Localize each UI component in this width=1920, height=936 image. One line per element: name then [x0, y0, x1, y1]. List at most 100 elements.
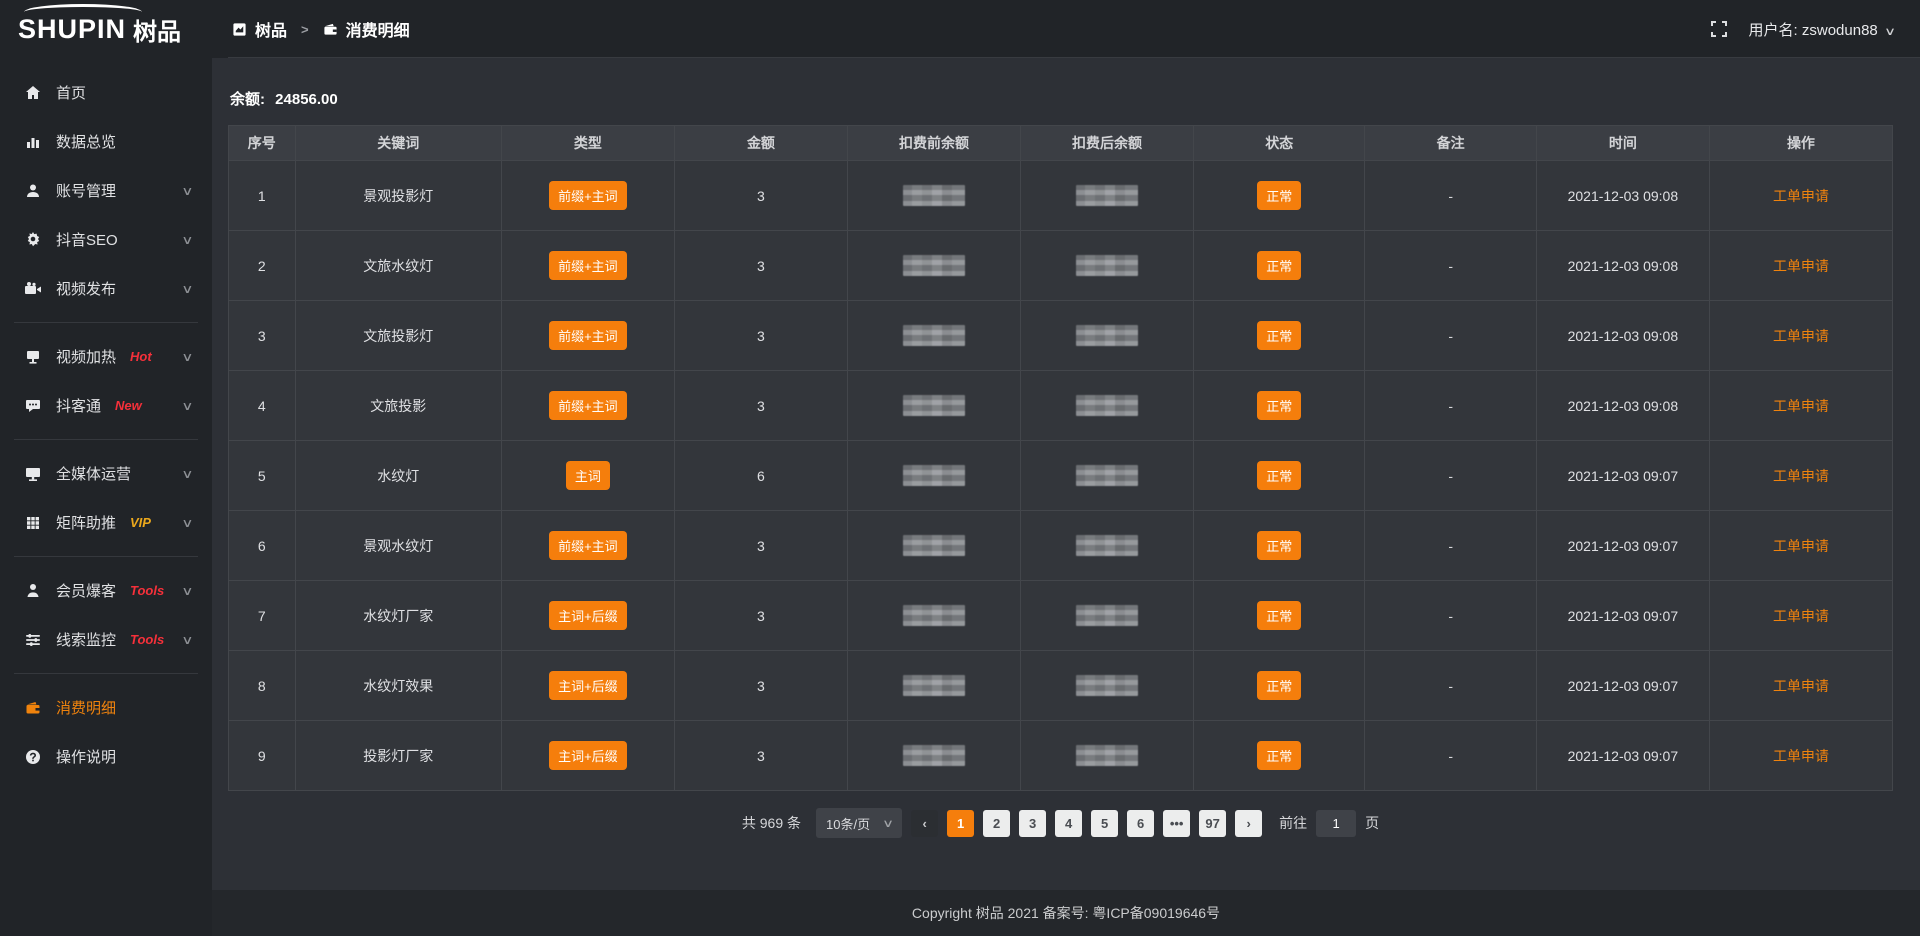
- page-button-1[interactable]: 1: [947, 810, 974, 837]
- page-size-select[interactable]: 10条/页 ∨: [816, 808, 902, 838]
- work-order-link[interactable]: 工单申请: [1773, 468, 1829, 484]
- fullscreen-icon[interactable]: [1711, 21, 1727, 37]
- sidebar-item-label: 账号管理: [56, 180, 116, 201]
- page-button-4[interactable]: 4: [1055, 810, 1082, 837]
- page-ellipsis-button[interactable]: •••: [1163, 810, 1190, 837]
- user-menu[interactable]: 用户名: zswodun88 ∨: [1749, 19, 1894, 40]
- sidebar-item-account[interactable]: 账号管理∨: [0, 166, 212, 215]
- sidebar-item-label: 矩阵助推: [56, 512, 116, 533]
- sidebar-item-clues[interactable]: 线索监控Tools∨: [0, 615, 212, 664]
- sidebar-item-label: 抖客通: [56, 395, 101, 416]
- cell-action: 工单申请: [1709, 651, 1892, 721]
- status-badge: 正常: [1257, 531, 1301, 560]
- chevron-down-icon: ∨: [181, 282, 193, 296]
- page-button-2[interactable]: 2: [983, 810, 1010, 837]
- work-order-link[interactable]: 工单申请: [1773, 748, 1829, 764]
- sidebar: SHUPIN 树品 首页数据总览账号管理∨抖音SEO∨视频发布∨视频加热Hot∨…: [0, 0, 212, 936]
- breadcrumb-root[interactable]: 树品: [255, 17, 287, 41]
- person-icon: [24, 582, 42, 600]
- page-button-3[interactable]: 3: [1019, 810, 1046, 837]
- table-row: 6景观水纹灯前缀+主词3正常-2021-12-03 09:07工单申请: [229, 511, 1893, 581]
- cell-keyword: 水纹灯效果: [295, 651, 501, 721]
- user-icon: [24, 182, 42, 200]
- sidebar-item-matrix[interactable]: 矩阵助推VIP∨: [0, 498, 212, 547]
- sidebar-divider: [14, 439, 198, 440]
- main-content: 余额: 24856.00 序号关键词类型金额扣费前余额扣费后余额状态备注时间操作…: [212, 58, 1920, 890]
- work-order-link[interactable]: 工单申请: [1773, 328, 1829, 344]
- sidebar-item-home[interactable]: 首页: [0, 68, 212, 117]
- cell-post-balance: [1021, 371, 1194, 441]
- redacted-balance: [903, 325, 965, 346]
- cell-keyword: 水纹灯: [295, 441, 501, 511]
- video-icon: [24, 280, 42, 298]
- page-button-5[interactable]: 5: [1091, 810, 1118, 837]
- cell-index: 9: [229, 721, 296, 791]
- consumption-table: 序号关键词类型金额扣费前余额扣费后余额状态备注时间操作 1景观投影灯前缀+主词3…: [228, 125, 1893, 791]
- sidebar-menu: 首页数据总览账号管理∨抖音SEO∨视频发布∨视频加热Hot∨抖客通New∨全媒体…: [0, 58, 212, 936]
- sidebar-item-overview[interactable]: 数据总览: [0, 117, 212, 166]
- home-icon: [24, 84, 42, 102]
- cell-amount: 3: [674, 651, 847, 721]
- status-badge: 正常: [1257, 391, 1301, 420]
- redacted-balance: [903, 395, 965, 416]
- sidebar-item-heat[interactable]: 视频加热Hot∨: [0, 332, 212, 381]
- column-header: 序号: [229, 126, 296, 161]
- type-badge: 前缀+主词: [549, 531, 627, 560]
- pagination: 共 969 条 10条/页 ∨ ‹ 123456•••97 › 前往 页: [228, 808, 1893, 838]
- work-order-link[interactable]: 工单申请: [1773, 608, 1829, 624]
- page-button-97[interactable]: 97: [1199, 810, 1226, 837]
- cell-post-balance: [1021, 651, 1194, 721]
- sidebar-item-consume[interactable]: 消费明细: [0, 683, 212, 732]
- work-order-link[interactable]: 工单申请: [1773, 398, 1829, 414]
- sidebar-item-badge: Tools: [130, 583, 164, 598]
- type-badge: 主词+后缀: [549, 741, 627, 770]
- cell-type: 前缀+主词: [501, 161, 674, 231]
- table-row: 9投影灯厂家主词+后缀3正常-2021-12-03 09:07工单申请: [229, 721, 1893, 791]
- cell-keyword: 文旅投影灯: [295, 301, 501, 371]
- cell-time: 2021-12-03 09:08: [1536, 371, 1709, 441]
- page-button-6[interactable]: 6: [1127, 810, 1154, 837]
- cell-remark: -: [1365, 441, 1536, 511]
- sidebar-item-help[interactable]: 操作说明: [0, 732, 212, 781]
- next-page-button[interactable]: ›: [1235, 810, 1262, 837]
- cell-pre-balance: [847, 581, 1020, 651]
- cell-status: 正常: [1194, 441, 1365, 511]
- cell-time: 2021-12-03 09:07: [1536, 441, 1709, 511]
- chevron-down-icon: ∨: [882, 817, 894, 830]
- chevron-down-icon: ∨: [181, 584, 193, 598]
- redacted-balance: [903, 675, 965, 696]
- username-value: zswodun88: [1802, 22, 1878, 39]
- table-row: 1景观投影灯前缀+主词3正常-2021-12-03 09:08工单申请: [229, 161, 1893, 231]
- work-order-link[interactable]: 工单申请: [1773, 188, 1829, 204]
- cell-amount: 3: [674, 231, 847, 301]
- redacted-balance: [1076, 185, 1138, 206]
- sidebar-item-member[interactable]: 会员爆客Tools∨: [0, 566, 212, 615]
- column-header: 关键词: [295, 126, 501, 161]
- sidebar-item-douketong[interactable]: 抖客通New∨: [0, 381, 212, 430]
- prev-page-button[interactable]: ‹: [911, 810, 938, 837]
- cell-action: 工单申请: [1709, 161, 1892, 231]
- wallet-icon: [323, 22, 338, 37]
- sidebar-item-publish[interactable]: 视频发布∨: [0, 264, 212, 313]
- sidebar-item-seo[interactable]: 抖音SEO∨: [0, 215, 212, 264]
- cell-type: 主词+后缀: [501, 581, 674, 651]
- work-order-link[interactable]: 工单申请: [1773, 258, 1829, 274]
- goto-page-input[interactable]: [1316, 810, 1356, 837]
- cell-index: 8: [229, 651, 296, 721]
- column-header: 扣费后余额: [1021, 126, 1194, 161]
- work-order-link[interactable]: 工单申请: [1773, 678, 1829, 694]
- cell-amount: 3: [674, 371, 847, 441]
- chat-icon: [24, 397, 42, 415]
- chevron-down-icon: ∨: [181, 233, 193, 247]
- topbar: 树品 > 消费明细 用户名: zswodun88 ∨: [212, 0, 1920, 58]
- cell-remark: -: [1365, 161, 1536, 231]
- app-window: SHUPIN 树品 首页数据总览账号管理∨抖音SEO∨视频发布∨视频加热Hot∨…: [0, 0, 1920, 936]
- work-order-link[interactable]: 工单申请: [1773, 538, 1829, 554]
- grid-icon: [24, 514, 42, 532]
- cell-action: 工单申请: [1709, 721, 1892, 791]
- cell-time: 2021-12-03 09:08: [1536, 231, 1709, 301]
- sidebar-item-media[interactable]: 全媒体运营∨: [0, 449, 212, 498]
- footer: Copyright 树品 2021 备案号: 粤ICP备09019646号: [212, 890, 1920, 936]
- cell-index: 1: [229, 161, 296, 231]
- cell-amount: 6: [674, 441, 847, 511]
